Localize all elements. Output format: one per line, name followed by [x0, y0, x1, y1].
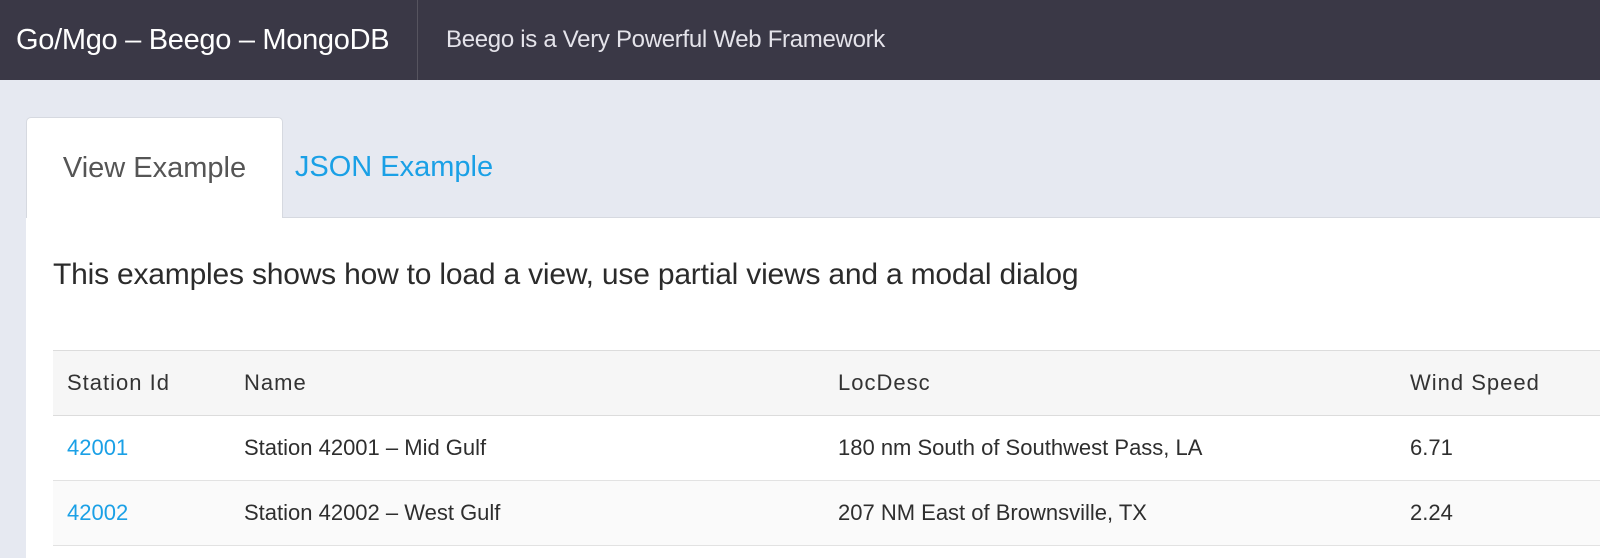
station-id-link[interactable]: 42001: [67, 435, 128, 460]
station-id-link[interactable]: 42002: [67, 500, 128, 525]
station-name-cell: Station 42001 – Mid Gulf: [244, 435, 487, 460]
page-heading: This examples shows how to load a view, …: [53, 258, 1079, 291]
loc-desc-cell: 207 NM East of Brownsville, TX: [838, 500, 1147, 525]
table-header-row: Station Id Name LocDesc Wind Speed: [53, 350, 1600, 416]
brand-title[interactable]: Go/Mgo – Beego – MongoDB: [0, 0, 418, 80]
wind-speed-cell: 2.24: [1410, 500, 1453, 525]
wind-speed-cell: 6.71: [1410, 435, 1453, 460]
station-id-cell: 42002: [53, 481, 230, 546]
tab-json-example[interactable]: JSON Example: [294, 117, 494, 218]
stations-table: Station Id Name LocDesc Wind Speed 42001…: [53, 350, 1600, 546]
table-row: 42001 Station 42001 – Mid Gulf 180 nm So…: [53, 416, 1600, 481]
column-header-locdesc: LocDesc: [838, 370, 931, 395]
column-header-name: Name: [244, 370, 307, 395]
loc-desc-cell: 180 nm South of Southwest Pass, LA: [838, 435, 1203, 460]
tab-view-example[interactable]: View Example: [26, 117, 283, 219]
column-header-station-id: Station Id: [67, 370, 170, 395]
tab-bar: View Example JSON Example: [26, 117, 1600, 219]
station-id-cell: 42001: [53, 416, 230, 481]
table-row: 42002 Station 42002 – West Gulf 207 NM E…: [53, 480, 1600, 546]
header-tagline: Beego is a Very Powerful Web Framework: [446, 26, 886, 53]
column-header-wind-speed: Wind Speed: [1410, 370, 1540, 395]
station-name-cell: Station 42002 – West Gulf: [244, 500, 501, 525]
top-navbar: Go/Mgo – Beego – MongoDB Beego is a Very…: [0, 0, 1600, 80]
tab-panel: This examples shows how to load a view, …: [26, 218, 1600, 558]
